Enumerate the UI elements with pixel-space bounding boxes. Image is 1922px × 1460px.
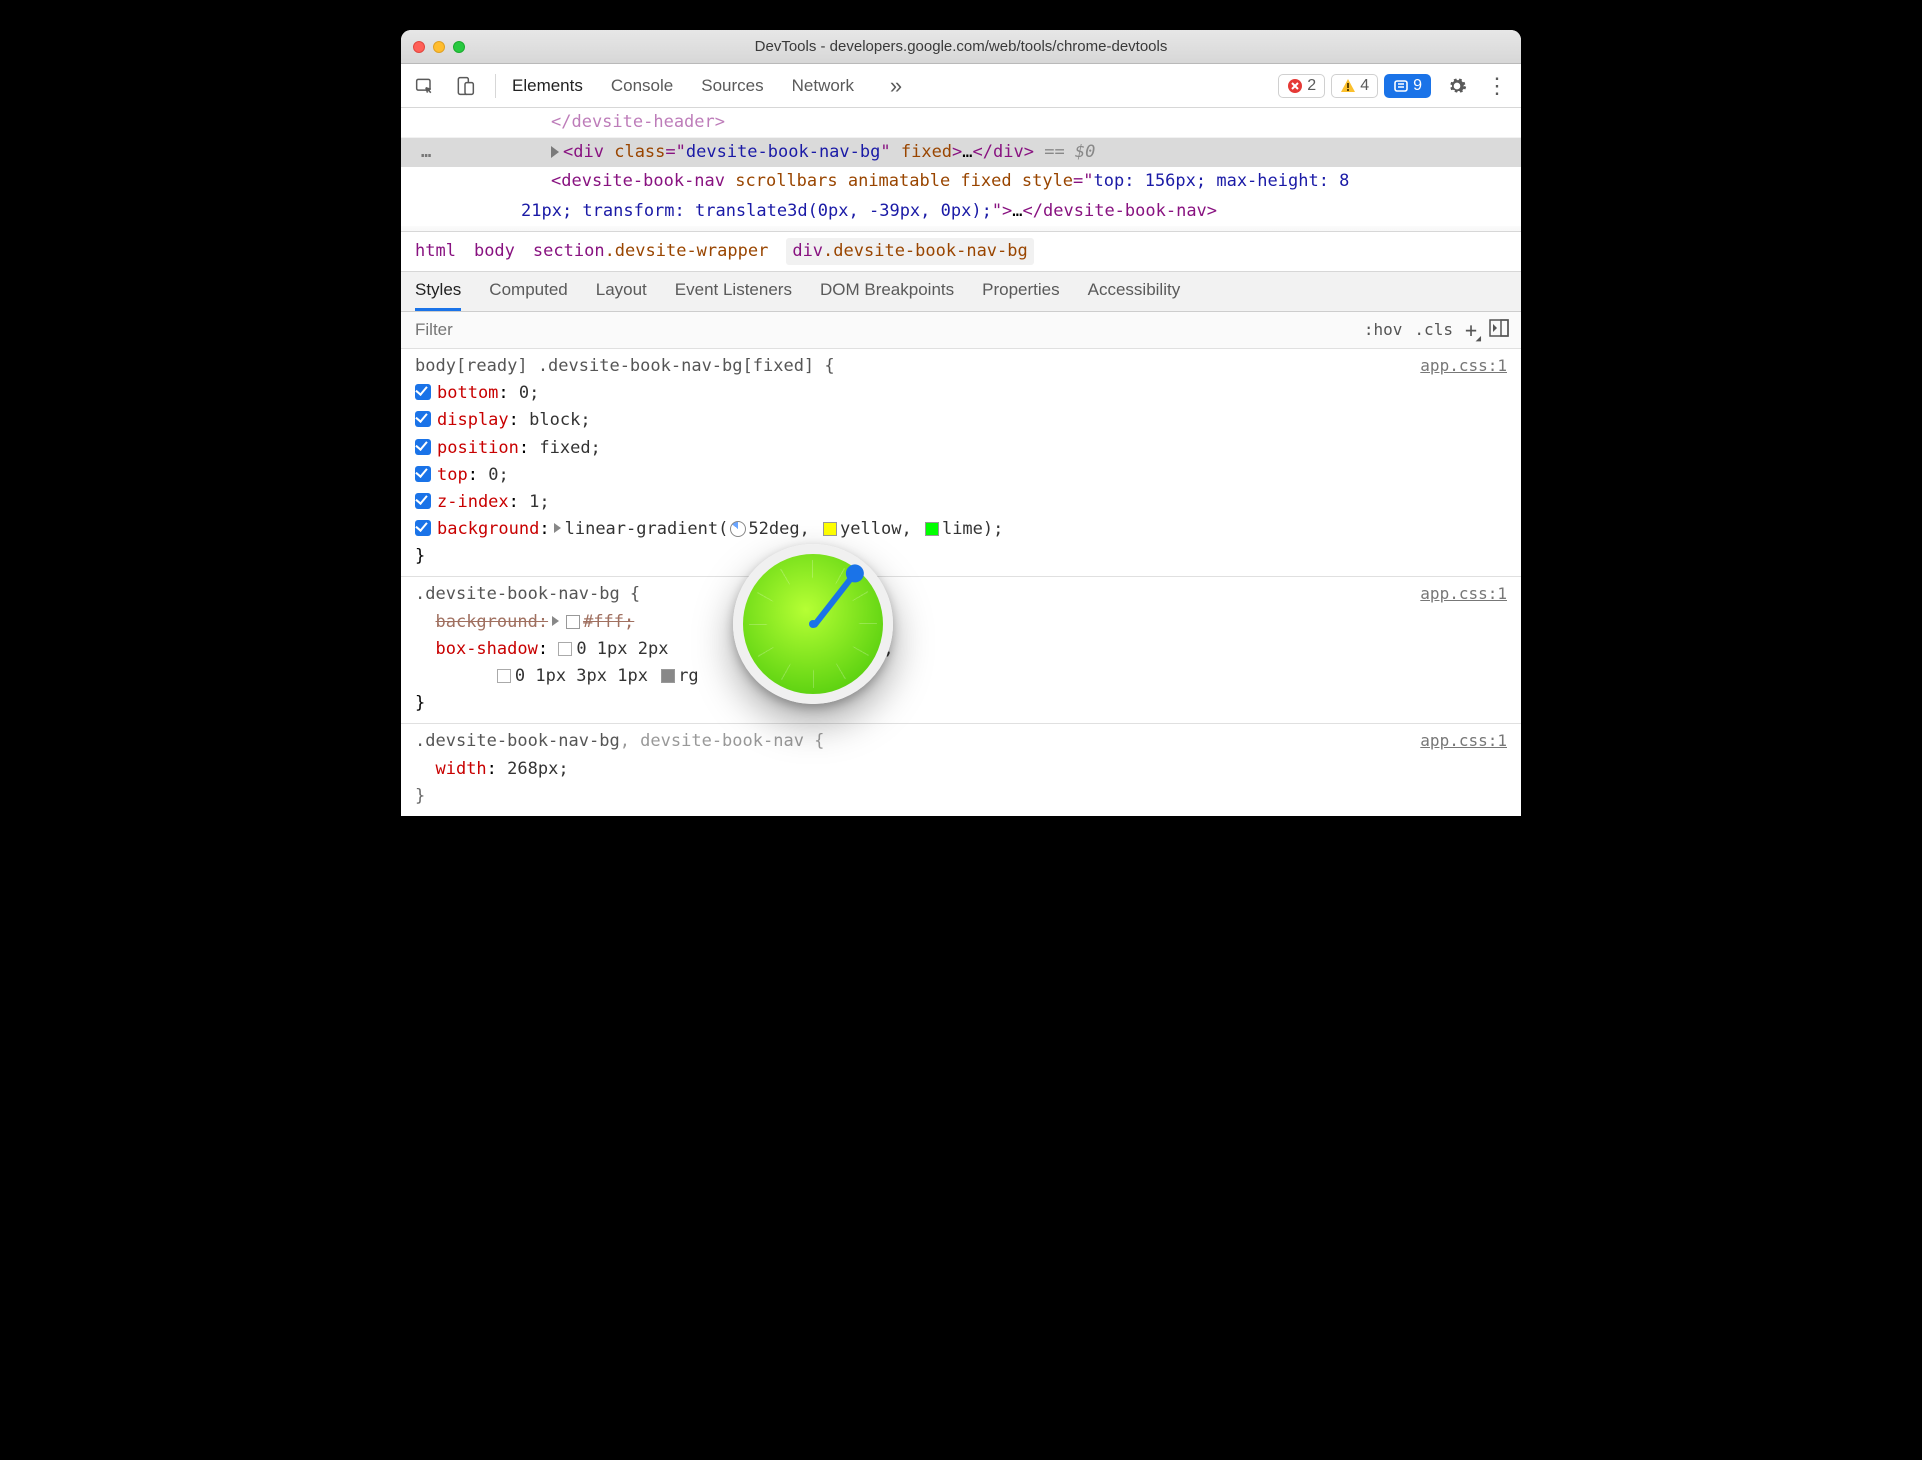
angle-clock-popover[interactable] xyxy=(733,544,893,704)
subtab-styles[interactable]: Styles xyxy=(415,280,461,311)
dom-tree[interactable]: </devsite-header> <div class="devsite-bo… xyxy=(401,108,1521,231)
source-link[interactable]: app.css:1 xyxy=(1420,581,1507,608)
dom-closing-header[interactable]: </devsite-header> xyxy=(401,108,1521,138)
dom-selected-node[interactable]: <div class="devsite-book-nav-bg" fixed>…… xyxy=(401,138,1521,167)
rule-brace-close: } xyxy=(415,543,1507,570)
errors-counter[interactable]: 2 xyxy=(1278,74,1325,98)
enable-checkbox[interactable] xyxy=(415,411,431,427)
enable-checkbox[interactable] xyxy=(415,439,431,455)
enable-checkbox[interactable] xyxy=(415,466,431,482)
expand-triangle-icon[interactable] xyxy=(552,616,559,626)
main-toolbar: Elements Console Sources Network » 2 4 9… xyxy=(401,64,1521,108)
separator xyxy=(495,74,496,98)
more-options-icon[interactable]: ⋮ xyxy=(1483,72,1511,100)
breadcrumb-html[interactable]: html xyxy=(415,238,456,265)
subtab-layout[interactable]: Layout xyxy=(596,280,647,311)
subtab-dom-breakpoints[interactable]: DOM Breakpoints xyxy=(820,280,954,311)
dom-sibling-node-1[interactable]: <devsite-book-nav scrollbars animatable … xyxy=(401,167,1521,196)
selector[interactable]: .devsite-book-nav-bg, devsite-book-nav { xyxy=(415,728,824,755)
issues-counter[interactable]: 9 xyxy=(1384,74,1431,98)
breadcrumb-div[interactable]: div.devsite-book-nav-bg xyxy=(786,238,1033,265)
styles-subtabs: Styles Computed Layout Event Listeners D… xyxy=(401,272,1521,312)
overridden-prop[interactable]: background: xyxy=(435,612,548,632)
minimize-window-icon[interactable] xyxy=(433,41,445,53)
selector[interactable]: body[ready] .devsite-book-nav-bg[fixed] … xyxy=(415,353,835,380)
angle-swatch-icon[interactable] xyxy=(730,521,746,537)
rule-brace-close: } xyxy=(415,783,1507,810)
main-panel-tabs: Elements Console Sources Network » xyxy=(512,72,1266,100)
dom-sibling-node-1-wrap[interactable]: 21px; transform: translate3d(0px, -39px,… xyxy=(401,197,1521,226)
source-link[interactable]: app.css:1 xyxy=(1420,728,1507,755)
angle-clock-hand[interactable] xyxy=(811,572,858,629)
tab-network[interactable]: Network xyxy=(792,76,854,96)
source-link[interactable]: app.css:1 xyxy=(1420,353,1507,380)
errors-count: 2 xyxy=(1307,77,1316,95)
shadow-swatch-icon[interactable] xyxy=(558,642,572,656)
enable-checkbox[interactable] xyxy=(415,384,431,400)
enable-checkbox[interactable] xyxy=(415,520,431,536)
device-toolbar-icon[interactable] xyxy=(451,72,479,100)
subtab-event-listeners[interactable]: Event Listeners xyxy=(675,280,792,311)
selector[interactable]: .devsite-book-nav-bg { xyxy=(415,581,640,608)
zoom-window-icon[interactable] xyxy=(453,41,465,53)
css-rule-2[interactable]: .devsite-book-nav-bg { app.css:1 backgro… xyxy=(401,577,1521,724)
warnings-counter[interactable]: 4 xyxy=(1331,74,1378,98)
subtab-accessibility[interactable]: Accessibility xyxy=(1088,280,1181,311)
shadow-swatch-icon[interactable] xyxy=(497,669,511,683)
color-swatch-gray[interactable] xyxy=(661,669,675,683)
tab-console[interactable]: Console xyxy=(611,76,673,96)
breadcrumb-body[interactable]: body xyxy=(474,238,515,265)
hov-toggle[interactable]: :hov xyxy=(1364,320,1403,339)
color-swatch-yellow[interactable] xyxy=(823,522,837,536)
color-swatch-white[interactable] xyxy=(566,615,580,629)
new-rule-icon[interactable]: +◢ xyxy=(1465,318,1477,342)
filter-input[interactable] xyxy=(401,312,1364,348)
devtools-window: DevTools - developers.google.com/web/too… xyxy=(401,30,1521,816)
issues-count: 9 xyxy=(1413,77,1422,95)
breadcrumb-section[interactable]: section.devsite-wrapper xyxy=(533,238,768,265)
expand-triangle-icon[interactable] xyxy=(551,146,559,158)
expand-triangle-icon[interactable] xyxy=(554,523,561,533)
angle-clock-center-icon xyxy=(809,620,817,628)
subtab-computed[interactable]: Computed xyxy=(489,280,567,311)
color-swatch-lime[interactable] xyxy=(925,522,939,536)
subtab-properties[interactable]: Properties xyxy=(982,280,1059,311)
tab-sources[interactable]: Sources xyxy=(701,76,763,96)
window-title: DevTools - developers.google.com/web/too… xyxy=(473,38,1449,55)
styles-filter-row: :hov .cls +◢ xyxy=(401,312,1521,349)
window-titlebar: DevTools - developers.google.com/web/too… xyxy=(401,30,1521,64)
settings-icon[interactable] xyxy=(1443,72,1471,100)
styles-pane: body[ready] .devsite-book-nav-bg[fixed] … xyxy=(401,349,1521,816)
cls-toggle[interactable]: .cls xyxy=(1414,320,1453,339)
rule-brace-close: } xyxy=(415,690,1507,717)
css-rule-1[interactable]: body[ready] .devsite-book-nav-bg[fixed] … xyxy=(401,349,1521,578)
more-tabs-icon[interactable]: » xyxy=(882,72,910,100)
warnings-count: 4 xyxy=(1360,77,1369,95)
inspect-element-icon[interactable] xyxy=(411,72,439,100)
toggle-sidebar-icon[interactable] xyxy=(1489,319,1509,341)
enable-checkbox[interactable] xyxy=(415,493,431,509)
dom-breadcrumbs[interactable]: html body section.devsite-wrapper div.de… xyxy=(401,231,1521,272)
css-rule-3[interactable]: .devsite-book-nav-bg, devsite-book-nav {… xyxy=(401,724,1521,816)
close-window-icon[interactable] xyxy=(413,41,425,53)
status-counters: 2 4 9 xyxy=(1278,74,1431,98)
tab-elements[interactable]: Elements xyxy=(512,76,583,96)
